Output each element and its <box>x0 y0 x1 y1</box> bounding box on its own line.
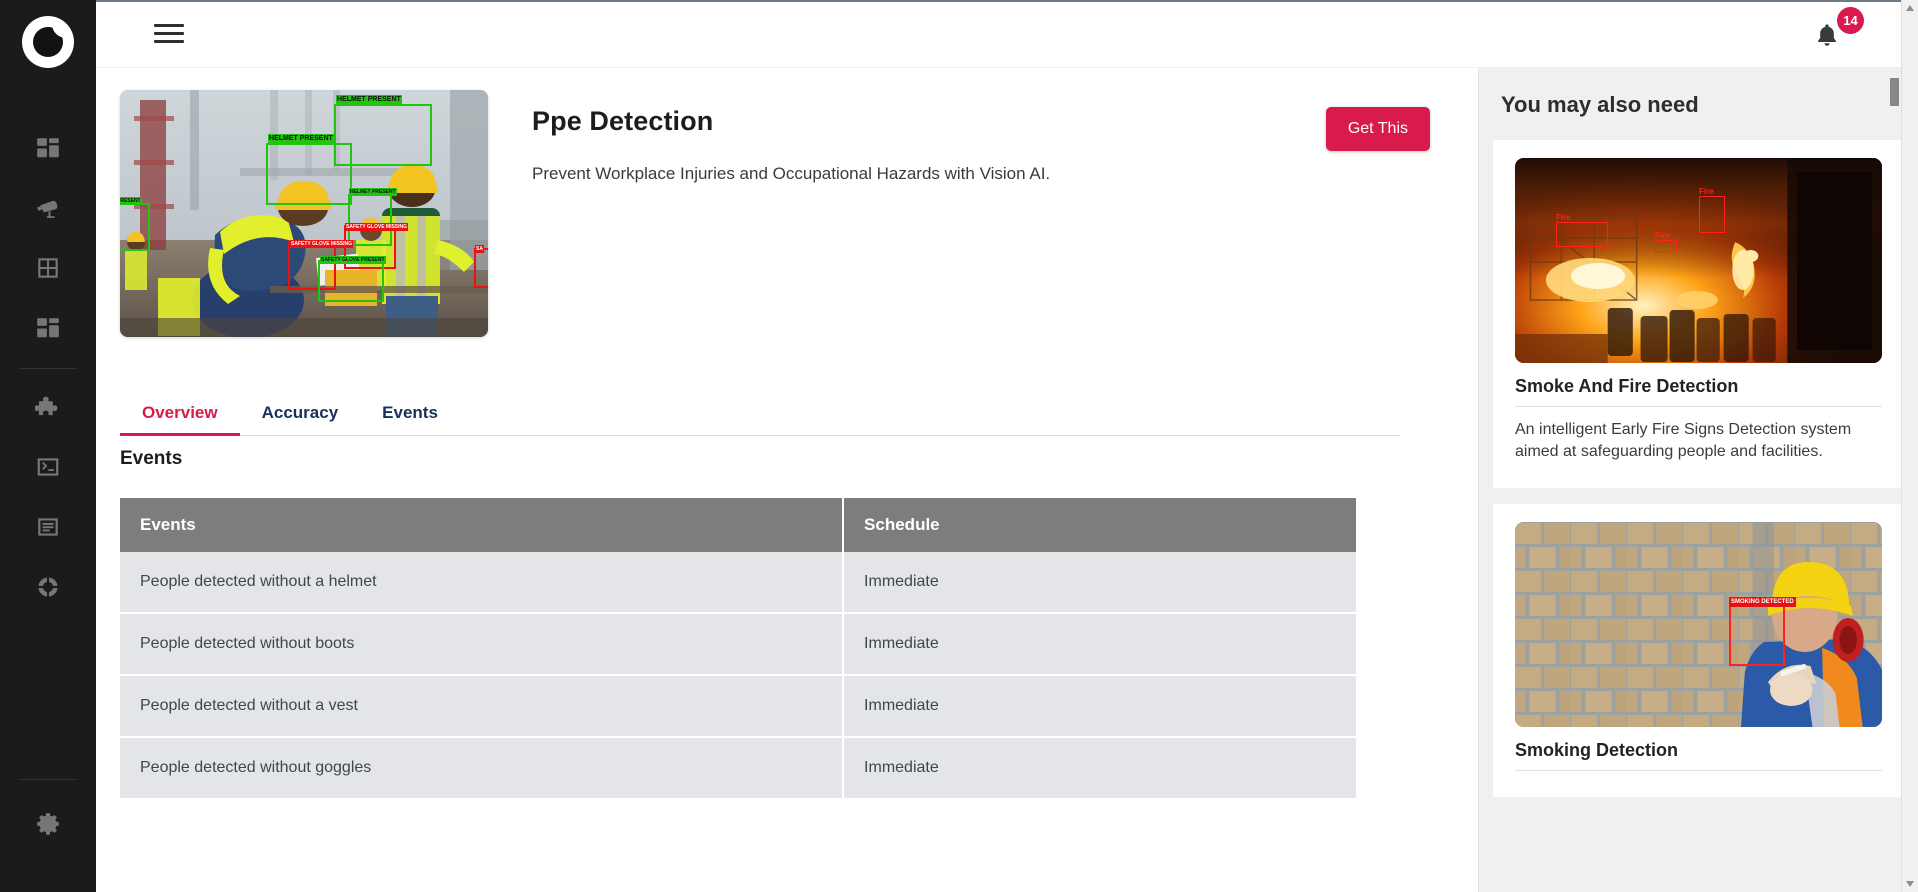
card-description: An intelligent Early Fire Signs Detectio… <box>1515 421 1852 460</box>
recommendations-panel: You may also need Fire Fire Fire Smoke A… <box>1478 68 1918 892</box>
notifications-button[interactable]: 14 <box>1812 6 1864 55</box>
donut-chart-icon <box>38 577 58 597</box>
fire-box-3 <box>1655 240 1677 252</box>
detection-box-helmet-2 <box>266 143 352 205</box>
tab-events[interactable]: Events <box>360 389 460 436</box>
app-logo[interactable] <box>22 16 74 68</box>
table-row: People detected without a vest Immediate <box>120 675 1356 738</box>
detection-box-glove-present <box>318 260 384 302</box>
gear-icon <box>37 812 59 835</box>
cell-event: People detected without boots <box>120 613 845 676</box>
rail-bottom-group <box>0 779 96 892</box>
main-content: HELMET PRESENT HELMET PRESENT HELMET PRE… <box>96 68 1478 892</box>
cell-event: People detected without a helmet <box>120 552 845 614</box>
dashboard-grid-icon <box>37 138 59 158</box>
sidebar-item-plugins[interactable] <box>0 377 96 437</box>
inner-scrollbar-thumb[interactable] <box>1890 78 1899 106</box>
layout-blocks-icon <box>37 318 59 338</box>
bell-icon <box>1818 23 1836 46</box>
smoking-detection-label: SMOKING DETECTED <box>1729 597 1796 608</box>
hero-section: HELMET PRESENT HELMET PRESENT HELMET PRE… <box>96 68 1478 337</box>
notification-badge: 14 <box>1837 6 1864 34</box>
hamburger-bar <box>154 24 184 27</box>
hero-text: Ppe Detection Prevent Workplace Injuries… <box>488 90 1448 337</box>
hamburger-icon[interactable] <box>154 19 184 48</box>
tab-accuracy[interactable]: Accuracy <box>240 389 361 436</box>
cell-schedule: Immediate <box>843 675 1356 738</box>
recommendation-card-smoke-fire[interactable]: Fire Fire Fire Smoke And Fire Detection … <box>1493 140 1904 489</box>
events-table-wrapper: Events Schedule People detected without … <box>120 498 1356 800</box>
recommendation-card-smoking[interactable]: SMOKING DETECTED Smoking Detection <box>1493 504 1904 798</box>
scroll-up-arrow[interactable] <box>1902 0 1918 17</box>
rail-divider-top <box>19 368 77 369</box>
window-top-edge <box>96 0 1901 2</box>
tab-overview[interactable]: Overview <box>120 389 240 436</box>
table-row: People detected without a helmet Immedia… <box>120 552 1356 614</box>
cctv-camera-icon <box>37 200 58 218</box>
hamburger-bar <box>154 40 184 43</box>
recommendations-title: You may also need <box>1501 92 1699 117</box>
cell-schedule: Immediate <box>843 552 1356 614</box>
table-header-row: Events Schedule <box>120 498 1356 552</box>
cell-event: People detected without goggles <box>120 737 845 800</box>
get-this-button[interactable]: Get This <box>1325 107 1430 151</box>
app-root: 14 HELMET PRESENT HELMET PRESENT HELMET … <box>0 0 1918 892</box>
detection-box-edge <box>474 248 488 288</box>
smoking-photo <box>1515 522 1882 728</box>
left-nav-rail <box>0 0 96 892</box>
fire-box-2 <box>1699 196 1725 233</box>
sidebar-item-logs[interactable] <box>0 497 96 557</box>
puzzle-piece-icon <box>35 396 58 416</box>
sidebar-item-terminal[interactable] <box>0 437 96 497</box>
crescent-circle-logo <box>33 24 66 57</box>
smoking-detection-box <box>1729 604 1785 667</box>
detection-box-helmet-4 <box>120 203 150 251</box>
sidebar-item-settings[interactable] <box>0 794 96 854</box>
inner-scrollbar[interactable] <box>1888 0 1900 892</box>
body-area: HELMET PRESENT HELMET PRESENT HELMET PRE… <box>96 68 1918 892</box>
column-header-schedule: Schedule <box>843 498 1356 552</box>
cell-event: People detected without a vest <box>120 675 845 738</box>
cell-schedule: Immediate <box>843 613 1356 676</box>
smoking-detection-preview: SMOKING DETECTED <box>1515 522 1882 728</box>
cell-schedule: Immediate <box>843 737 1356 800</box>
ppe-detection-preview: HELMET PRESENT HELMET PRESENT HELMET PRE… <box>120 90 488 337</box>
card-title: Smoking Detection <box>1515 740 1882 772</box>
stage: 14 HELMET PRESENT HELMET PRESENT HELMET … <box>96 0 1918 892</box>
rail-divider-bottom <box>19 779 77 780</box>
card-title: Smoke And Fire Detection <box>1515 376 1882 407</box>
hamburger-bar <box>154 32 184 35</box>
document-lines-icon <box>38 518 58 536</box>
table-row: People detected without goggles Immediat… <box>120 737 1356 800</box>
window-grid-icon <box>38 258 58 278</box>
sidebar-item-dashboard[interactable] <box>0 118 96 178</box>
fire-box-1 <box>1556 222 1608 247</box>
sidebar-item-apps[interactable] <box>0 298 96 358</box>
scroll-down-arrow[interactable] <box>1902 875 1918 892</box>
sidebar-item-cameras[interactable] <box>0 178 96 238</box>
tab-bar: Overview Accuracy Events <box>120 389 1400 436</box>
rail-icon-list <box>0 118 96 617</box>
page-title: Ppe Detection <box>532 106 714 136</box>
terminal-icon <box>37 458 59 476</box>
events-table: Events Schedule People detected without … <box>120 498 1356 800</box>
page-subtitle: Prevent Workplace Injuries and Occupatio… <box>532 164 1051 183</box>
smoke-fire-detection-preview: Fire Fire Fire <box>1515 158 1882 363</box>
section-heading: Events <box>120 448 183 469</box>
hero-photo <box>120 90 488 337</box>
table-row: People detected without boots Immediate <box>120 613 1356 676</box>
page-scrollbar[interactable] <box>1901 0 1918 892</box>
column-header-events: Events <box>120 498 845 552</box>
sidebar-item-views[interactable] <box>0 238 96 298</box>
top-bar: 14 <box>96 0 1918 68</box>
sidebar-item-analytics[interactable] <box>0 557 96 617</box>
